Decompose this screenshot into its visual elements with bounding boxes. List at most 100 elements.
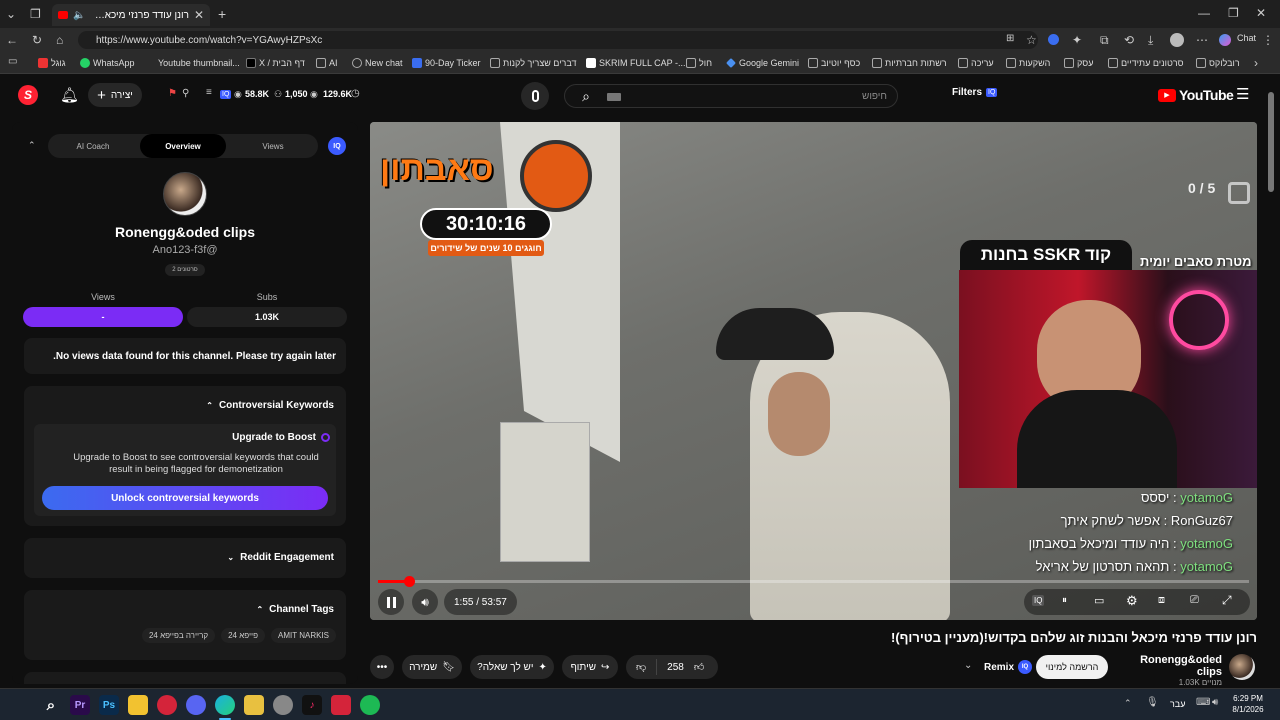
notifications-bell-icon[interactable]: 🔔︎ — [60, 86, 79, 104]
tag-chip[interactable]: פייפא 24 — [221, 628, 266, 643]
settings-gear-icon[interactable]: ⚙ — [1126, 593, 1138, 609]
miniplayer-icon[interactable]: ⧈ — [1158, 594, 1165, 607]
profile-avatar[interactable] — [1170, 33, 1184, 47]
clock[interactable]: 6:29 PM 8/1/2026 — [1228, 693, 1268, 715]
more-actions-button[interactable]: ••• — [370, 655, 394, 679]
bookmark-item[interactable]: Google Gemini — [726, 55, 799, 71]
photoshop-icon[interactable]: Ps — [99, 695, 119, 715]
subtitles-icon[interactable]: ▭ — [1094, 594, 1104, 607]
collections-icon[interactable]: ⧉ — [1100, 33, 1109, 48]
favorite-star-icon[interactable]: ☆ — [1026, 33, 1037, 47]
channel-info[interactable]: Ronengg&oded clips 1.03K מנויים — [1116, 654, 1222, 687]
trends-icon[interactable]: ⚲ — [182, 88, 189, 99]
file-explorer-icon[interactable] — [128, 695, 148, 715]
chat-label[interactable]: Chat — [1237, 33, 1256, 43]
vidiq-player-icon[interactable]: IQ — [1032, 595, 1045, 606]
volume-tray-icon[interactable]: 🔊︎ — [1212, 697, 1218, 708]
bookmark-item[interactable]: AI — [316, 55, 338, 71]
tag-chip[interactable]: AMIT NARKIS — [271, 628, 336, 643]
close-window-icon[interactable]: ✕ — [1256, 6, 1266, 20]
bookmark-item[interactable]: רשתות חברתיות — [872, 55, 947, 71]
tag-chip[interactable]: קריירה בפייפא 24 — [141, 628, 216, 643]
channel-avatar[interactable] — [1229, 654, 1255, 680]
new-tab-icon[interactable]: + — [218, 6, 226, 22]
volume-button[interactable]: 🔊︎ — [412, 589, 438, 615]
search-box[interactable]: ⌕ חיפוש — [564, 84, 898, 108]
edge-icon[interactable] — [215, 695, 235, 715]
remix-button[interactable]: Remix IQ — [984, 660, 1033, 674]
bookmark-item[interactable]: X / דף הבית — [246, 55, 305, 71]
search-icon[interactable]: ⌕ — [571, 88, 601, 104]
history-icon[interactable]: ⟲ — [1124, 33, 1134, 47]
pause-button[interactable] — [378, 589, 404, 615]
dislike-icon[interactable]: 👎︎ — [636, 661, 646, 673]
back-icon[interactable]: ← — [6, 33, 18, 47]
bookmark-item[interactable]: עסק — [1064, 55, 1093, 71]
progress-bar[interactable] — [378, 576, 1249, 587]
extension-icon[interactable] — [1048, 34, 1059, 45]
microphone-tray-icon[interactable]: 🎙︎ — [1146, 697, 1159, 708]
copilot-icon[interactable] — [1219, 34, 1231, 46]
tray-chevron-icon[interactable]: ⌃ — [1124, 698, 1132, 709]
keyboard-icon[interactable] — [607, 93, 621, 101]
app-icon[interactable] — [157, 695, 177, 715]
fullscreen-icon[interactable]: ⤢ — [1222, 593, 1232, 608]
bookmark-item[interactable]: גוגל — [38, 55, 66, 71]
tab-overview[interactable]: Overview — [140, 134, 226, 158]
app-icon[interactable] — [331, 695, 351, 715]
bookmark-item[interactable]: SKRIM FULL CAP -... — [586, 55, 686, 71]
bookmark-item[interactable]: 90-Day Ticker — [412, 55, 481, 71]
bookmarks-menu-icon[interactable]: ▭ — [8, 56, 17, 67]
tab-actions-icon[interactable]: ⌄ — [6, 7, 16, 21]
views-value-pill[interactable]: - — [23, 307, 183, 327]
close-tab-icon[interactable]: ✕ — [194, 8, 204, 22]
windows-start-icon[interactable] — [11, 695, 29, 713]
discord-icon[interactable] — [186, 695, 206, 715]
speaker-icon[interactable]: 🔈 — [73, 10, 85, 21]
more-menu-icon[interactable]: ⋯ — [1196, 33, 1208, 47]
hamburger-menu-icon[interactable]: ☰ — [1236, 85, 1249, 103]
bookmark-item[interactable]: רובלוקס — [1196, 55, 1240, 71]
downloads-icon[interactable]: ⤓ — [1148, 33, 1153, 48]
cast-icon[interactable]: ⎚ — [1190, 594, 1199, 607]
share-button[interactable]: שיתוף ↪ — [562, 655, 618, 679]
collapse-chevron-icon[interactable]: ⌃ — [28, 140, 36, 151]
like-icon[interactable]: 👍︎ — [694, 661, 704, 673]
spotify-icon[interactable] — [360, 695, 380, 715]
vidiq-logo-icon[interactable]: S — [18, 85, 38, 105]
tiktok-icon[interactable]: ♪ — [302, 695, 322, 715]
vidiq-iq-icon[interactable]: IQ — [328, 137, 346, 155]
active-tab[interactable]: 🔈 רונן עודד פרנזי מיכאל והבנות זוג שלהם … — [52, 4, 210, 26]
url-field[interactable]: https://www.youtube.com/watch?v=YGAwyHZP… — [78, 31, 1038, 49]
reddit-engagement-card[interactable]: ⌄ Reddit Engagement — [24, 538, 346, 578]
youtube-logo[interactable]: ▶ YouTube — [1158, 87, 1234, 103]
controversial-keywords-header[interactable]: ⌃ Controversial Keywords — [206, 400, 334, 411]
chrome-icon[interactable] — [273, 695, 293, 715]
premiere-icon[interactable]: Pr — [70, 695, 90, 715]
filters-button[interactable]: Filters IQ — [952, 87, 998, 98]
minimize-icon[interactable]: — — [1198, 6, 1210, 20]
bookmark-item[interactable]: עריכה — [958, 55, 994, 71]
ask-question-button[interactable]: יש לך שאלה? ✦ — [470, 655, 554, 679]
tab-views[interactable]: Views — [228, 134, 318, 158]
language-indicator[interactable]: עבר — [1170, 699, 1185, 709]
remix-chevron-icon[interactable]: ⌄ — [964, 660, 972, 671]
network-icon[interactable]: ⌨ — [1196, 697, 1210, 708]
create-button[interactable]: + יצירה — [88, 83, 142, 107]
save-button[interactable]: שמירה 🔖︎ — [402, 655, 462, 679]
workspaces-icon[interactable]: ❐ — [30, 7, 41, 21]
bookmark-item[interactable]: Youtube thumbnail... — [158, 55, 240, 71]
extensions-puzzle-icon[interactable]: ✦ — [1072, 33, 1082, 47]
home-icon[interactable]: ⌂ — [56, 33, 63, 47]
search-icon[interactable]: ⌕ — [41, 695, 61, 715]
tab-ai-coach[interactable]: AI Coach — [48, 134, 138, 158]
bookmark-item[interactable]: דברים שצריך לקנות — [490, 55, 576, 71]
maximize-icon[interactable]: ❐ — [1228, 6, 1239, 20]
sidebar-toggle-icon[interactable]: ⋮ — [1262, 33, 1274, 47]
bookmark-item[interactable]: סרטונים עתידיים — [1108, 55, 1184, 71]
list-icon[interactable]: ≡ — [206, 87, 212, 98]
refresh-icon[interactable]: ↻ — [32, 33, 42, 47]
channel-tags-header[interactable]: ⌃ Channel Tags — [256, 604, 334, 615]
bookmark-item[interactable]: WhatsApp — [80, 55, 135, 71]
autoplay-toggle-icon[interactable]: ⏸ — [1062, 595, 1067, 606]
